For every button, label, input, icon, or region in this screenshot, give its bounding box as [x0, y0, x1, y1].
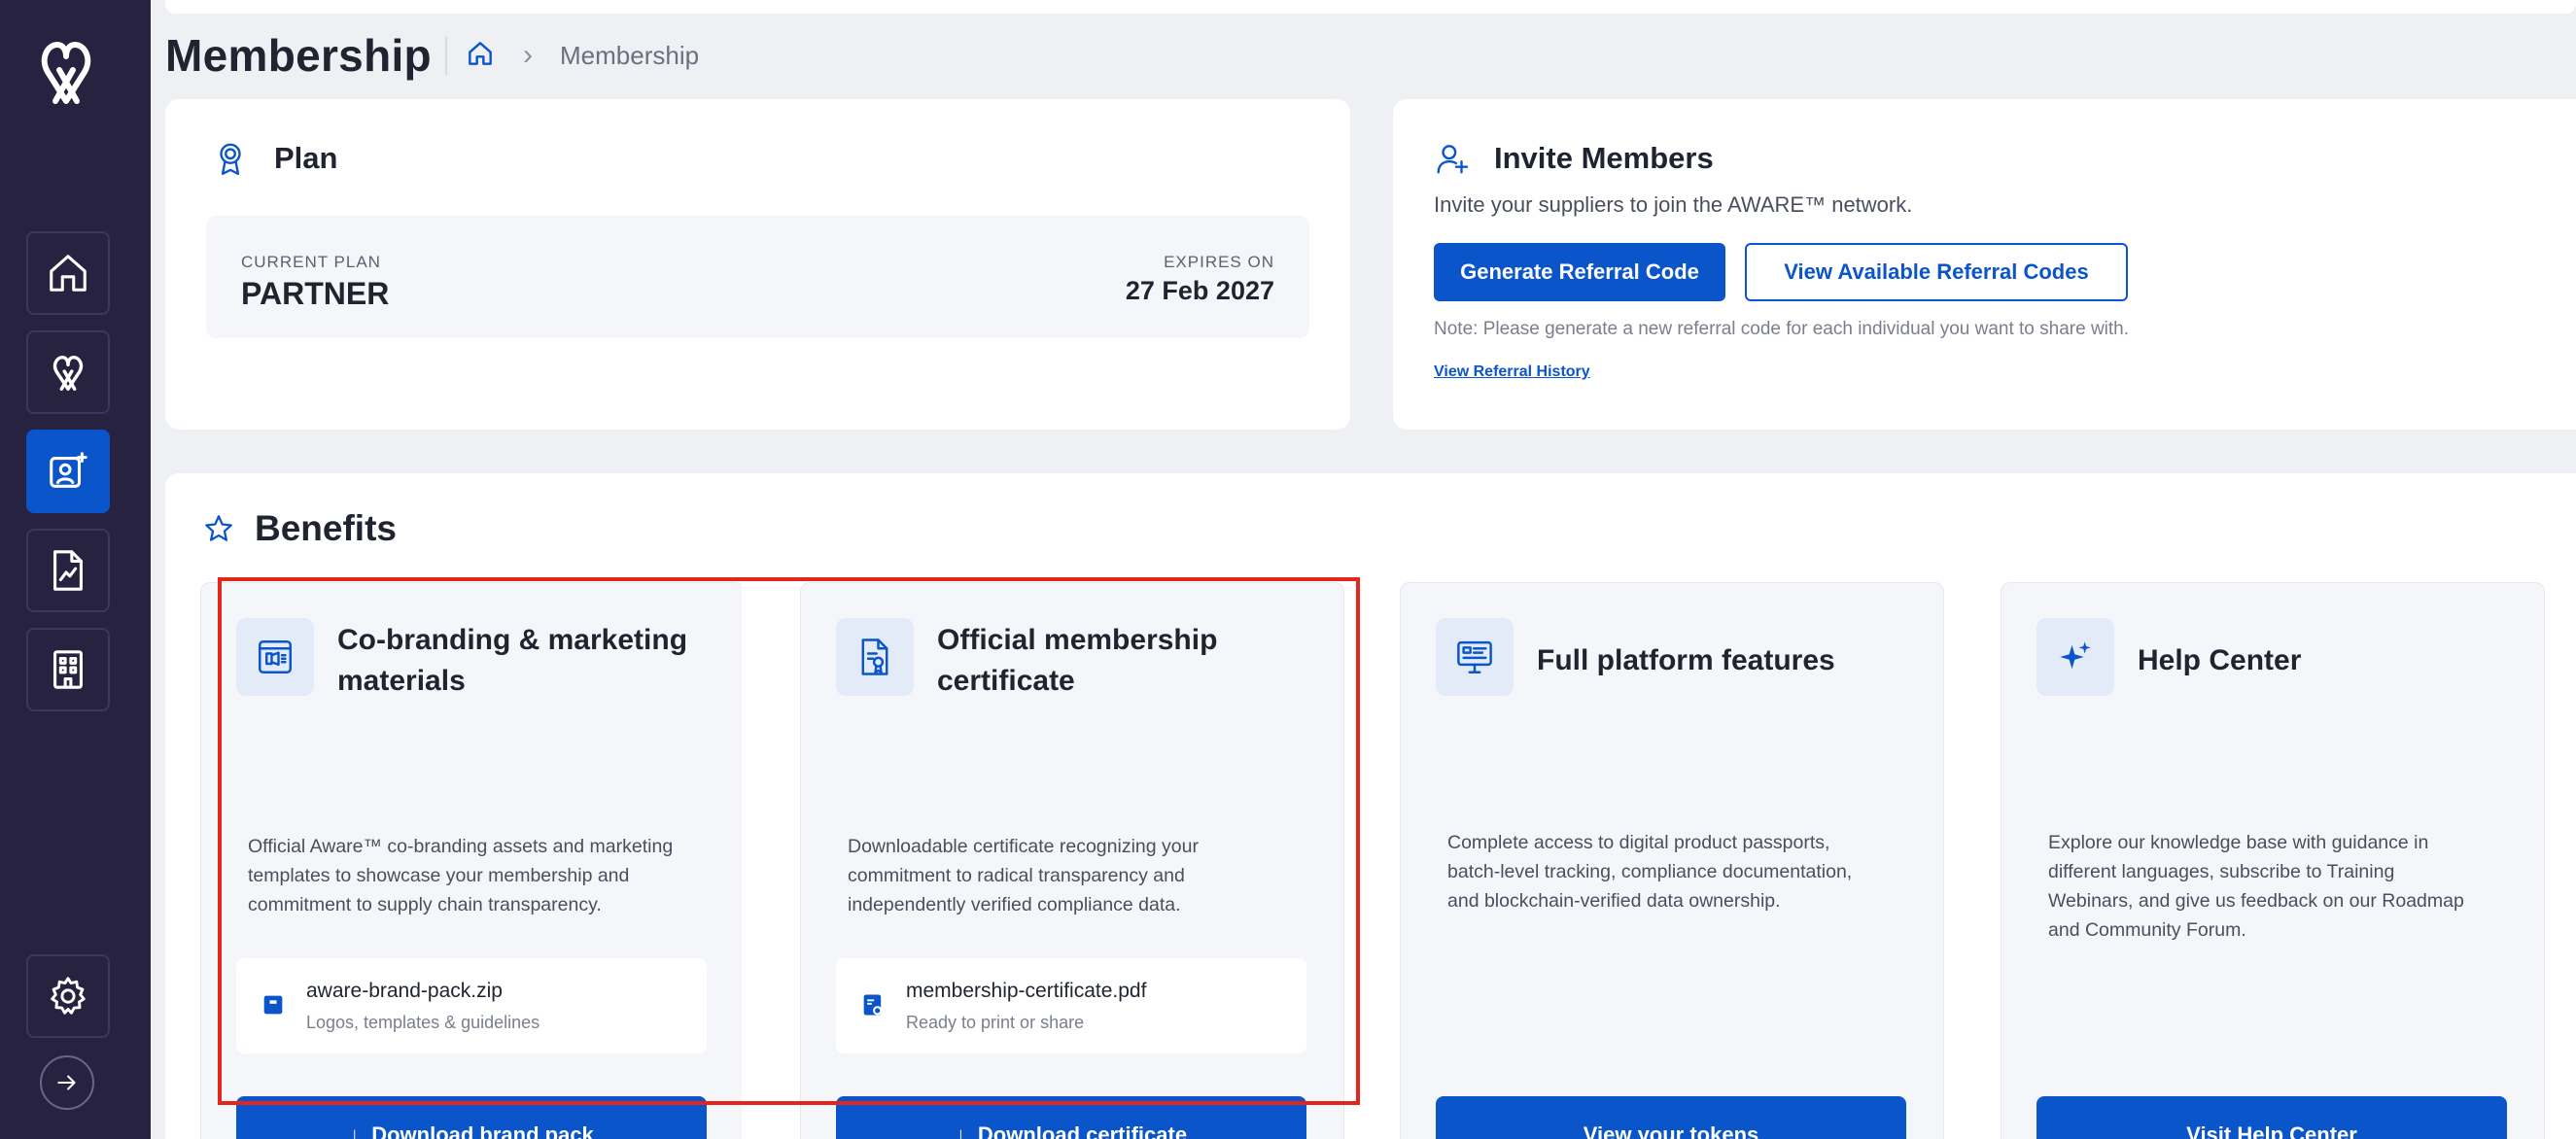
- file-item-brand-pack: aware-brand-pack.zip Logos, templates & …: [236, 958, 707, 1053]
- invite-members-card: Invite Members Invite your suppliers to …: [1393, 99, 2576, 430]
- generate-referral-code-button[interactable]: Generate Referral Code: [1434, 243, 1725, 301]
- aware-logo[interactable]: [34, 37, 98, 107]
- file-subtitle: Ready to print or share: [906, 1013, 1085, 1032]
- benefit-desc-line: batch-level tracking, compliance documen…: [1447, 861, 1853, 882]
- view-referral-codes-button[interactable]: View Available Referral Codes: [1745, 243, 2128, 301]
- top-header: [165, 0, 2576, 14]
- benefit-card-platform: Full platform features Complete access t…: [1400, 582, 1944, 1139]
- benefit-card-cobranding: Co-branding & marketing materials Offici…: [200, 582, 745, 1139]
- benefit-desc-line: different languages, subscribe to Traini…: [2048, 861, 2395, 882]
- file-item-certificate: membership-certificate.pdf Ready to prin…: [836, 958, 1306, 1053]
- visit-help-center-button[interactable]: Visit Help Center: [2036, 1096, 2507, 1139]
- benefit-desc-line: Webinars, and give us feedback on our Ro…: [2048, 890, 2464, 912]
- benefit-desc-line: commitment to radical transparency and: [848, 865, 1185, 886]
- file-name: aware-brand-pack.zip: [306, 980, 503, 1002]
- plan-details: CURRENT PLAN PARTNER EXPIRES ON 27 Feb 2…: [206, 216, 1309, 338]
- benefit-description: Explore our knowledge base with guidance…: [2048, 828, 2515, 945]
- invite-header: Invite Members: [1434, 140, 1714, 177]
- breadcrumb-home[interactable]: [465, 38, 496, 74]
- benefits-title: Benefits: [255, 508, 397, 548]
- view-referral-history-link[interactable]: View Referral History: [1434, 363, 1590, 381]
- breadcrumb: › Membership: [445, 33, 699, 78]
- benefit-desc-line: and blockchain-verified data ownership.: [1447, 890, 1781, 912]
- expires-on-label: EXPIRES ON: [1164, 253, 1274, 271]
- benefits-card: Benefits Co-branding & marketing materia…: [165, 473, 2576, 1139]
- award-icon: [220, 143, 241, 176]
- nav-aware[interactable]: [26, 330, 110, 414]
- breadcrumb-current: Membership: [560, 40, 700, 70]
- page-title: Membership: [165, 30, 432, 81]
- invite-subtitle: Invite your suppliers to join the AWARE™…: [1434, 192, 1913, 217]
- benefit-card-certificate: Official membership certificate Download…: [800, 582, 1344, 1139]
- benefit-title-line1: Official membership: [937, 624, 1218, 656]
- nav-membership[interactable]: [26, 430, 110, 513]
- nav-reports[interactable]: [26, 529, 110, 612]
- plan-header: Plan: [212, 140, 337, 177]
- aware-logo-icon: [52, 355, 84, 391]
- invite-title: Invite Members: [1494, 141, 1714, 175]
- benefit-description: Official Aware™ co-branding assets and m…: [248, 832, 714, 919]
- browser-megaphone-icon: [259, 640, 292, 673]
- benefit-description: Complete access to digital product passp…: [1447, 828, 1914, 915]
- benefit-icon-box: [2036, 618, 2114, 696]
- benefit-icon-box: [236, 618, 314, 696]
- expand-sidebar-button[interactable]: [40, 1055, 94, 1110]
- benefit-desc-line: and Community Forum.: [2048, 919, 2246, 941]
- star-icon: [205, 515, 232, 541]
- arrow-right-icon: [57, 1075, 76, 1090]
- benefit-title: Help Center: [2138, 644, 2302, 676]
- nav-home[interactable]: [26, 231, 110, 315]
- pdf-certificate-icon: [863, 994, 883, 1016]
- benefit-title-line1: Co-branding & marketing: [337, 624, 688, 656]
- benefit-desc-line: Explore our knowledge base with guidance…: [2048, 832, 2429, 853]
- download-brand-pack-button[interactable]: ↓ Download brand pack: [236, 1096, 707, 1139]
- current-plan-value: PARTNER: [241, 276, 390, 311]
- benefit-title-line2: materials: [337, 665, 466, 697]
- benefit-desc-line: Complete access to digital product passp…: [1447, 832, 1830, 853]
- certificate-icon: [861, 639, 888, 675]
- arrow-down-icon: ↓: [349, 1122, 361, 1139]
- benefit-description: Downloadable certificate recognizing you…: [848, 832, 1314, 919]
- benefit-desc-line: Downloadable certificate recognizing you…: [848, 836, 1199, 857]
- benefit-card-help-center: Help Center Explore our knowledge base w…: [2001, 582, 2545, 1139]
- benefit-desc-line: templates to showcase your membership an…: [248, 865, 630, 886]
- benefit-desc-line: commitment to supply chain transparency.: [248, 894, 602, 915]
- benefit-desc-line: Official Aware™ co-branding assets and m…: [248, 836, 674, 857]
- plan-title: Plan: [274, 141, 338, 175]
- button-label: Download certificate: [977, 1122, 1188, 1139]
- arrow-down-icon: ↓: [955, 1122, 966, 1139]
- sidebar: [0, 0, 151, 1139]
- benefit-title-line2: certificate: [937, 665, 1075, 697]
- chevron-right-icon: ›: [523, 39, 533, 71]
- sparkles-icon: [2060, 641, 2091, 670]
- building-icon: [53, 650, 83, 689]
- card-gap: [742, 583, 800, 1139]
- home-icon: [469, 41, 492, 65]
- home-icon: [50, 255, 87, 292]
- monitor-icon: [1457, 640, 1492, 673]
- plan-card: Plan CURRENT PLAN PARTNER EXPIRES ON 27 …: [165, 99, 1350, 430]
- settings-icon: [51, 977, 86, 1015]
- button-label: Download brand pack: [371, 1122, 594, 1139]
- report-icon: [53, 550, 83, 591]
- file-subtitle: Logos, templates & guidelines: [306, 1013, 540, 1032]
- benefits-header: Benefits: [202, 508, 397, 549]
- archive-file-icon: [263, 995, 283, 1015]
- nav-buildings[interactable]: [26, 628, 110, 711]
- user-plus-icon: [1437, 145, 1469, 174]
- expires-on-value: 27 Feb 2027: [1125, 276, 1274, 305]
- current-plan-label: CURRENT PLAN: [241, 253, 381, 271]
- nav-settings[interactable]: [26, 954, 110, 1038]
- invite-note: Note: Please generate a new referral cod…: [1434, 319, 2130, 339]
- benefit-desc-line: independently verified compliance data.: [848, 894, 1181, 915]
- download-certificate-button[interactable]: ↓ Download certificate: [836, 1096, 1306, 1139]
- membership-icon: [50, 452, 87, 488]
- benefit-icon-box: [836, 618, 914, 696]
- benefit-title: Full platform features: [1537, 644, 1835, 676]
- file-name: membership-certificate.pdf: [906, 980, 1147, 1002]
- view-tokens-button[interactable]: View your tokens: [1436, 1096, 1906, 1139]
- benefit-icon-box: [1436, 618, 1514, 696]
- breadcrumb-divider: [445, 36, 447, 75]
